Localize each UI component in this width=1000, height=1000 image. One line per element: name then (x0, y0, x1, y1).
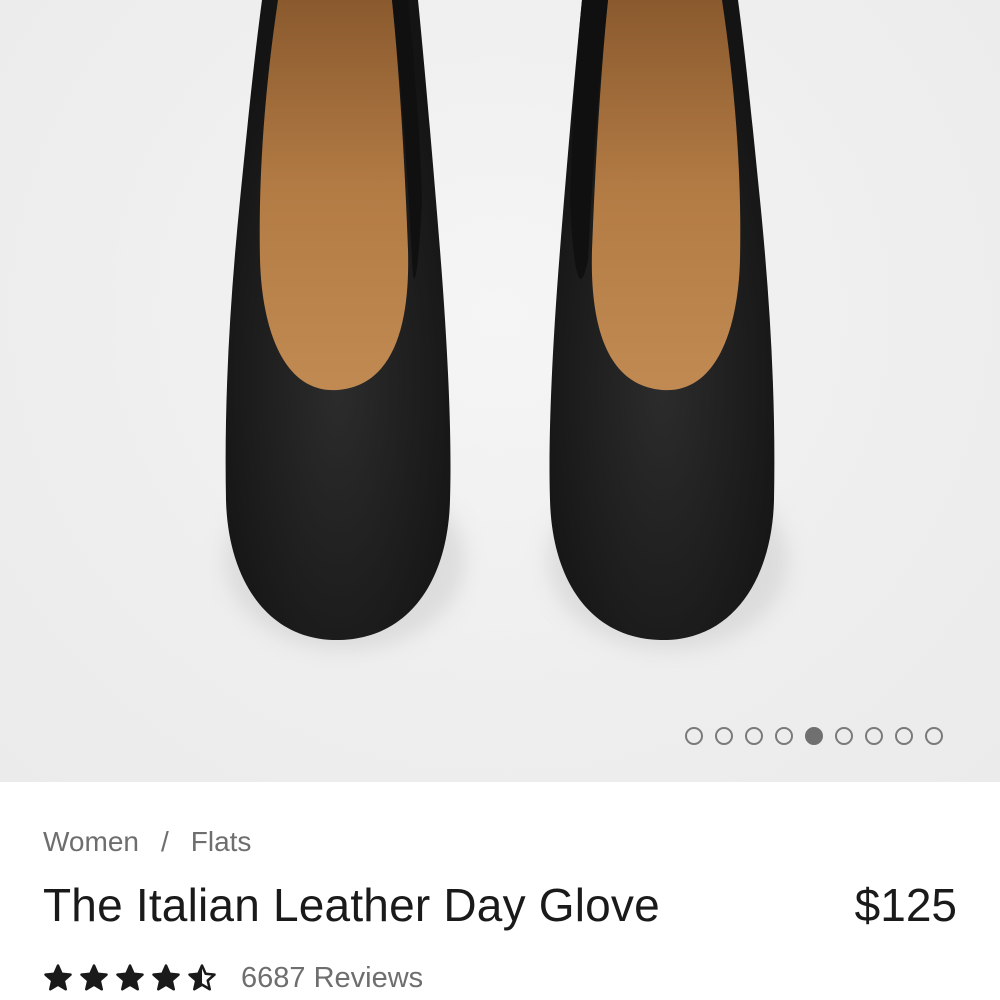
carousel-pagination (685, 726, 943, 746)
star-rating (43, 963, 217, 993)
product-image (225, 0, 788, 650)
carousel-dot-2[interactable] (715, 727, 733, 745)
star-filled-icon (151, 963, 181, 993)
breadcrumb-flats-link[interactable]: Flats (191, 826, 252, 858)
breadcrumb: Women / Flats (43, 824, 251, 860)
star-half-icon (187, 963, 217, 993)
breadcrumb-women-link[interactable]: Women (43, 826, 139, 858)
star-filled-icon (115, 963, 145, 993)
carousel-dot-7[interactable] (865, 727, 883, 745)
star-filled-icon (43, 963, 73, 993)
product-title: The Italian Leather Day Glove (43, 879, 660, 931)
product-price: $125 (854, 879, 957, 931)
reviews-link[interactable]: 6687 Reviews (241, 962, 423, 995)
breadcrumb-separator: / (160, 826, 169, 857)
carousel-dot-1[interactable] (685, 727, 703, 745)
product-rating[interactable]: 6687 Reviews (43, 958, 423, 998)
product-image-gallery[interactable] (0, 0, 1000, 782)
carousel-dot-6[interactable] (835, 727, 853, 745)
carousel-dot-8[interactable] (895, 727, 913, 745)
carousel-dot-4[interactable] (775, 727, 793, 745)
carousel-dot-3[interactable] (745, 727, 763, 745)
star-filled-icon (79, 963, 109, 993)
carousel-dot-5[interactable] (805, 727, 823, 745)
carousel-dot-9[interactable] (925, 727, 943, 745)
